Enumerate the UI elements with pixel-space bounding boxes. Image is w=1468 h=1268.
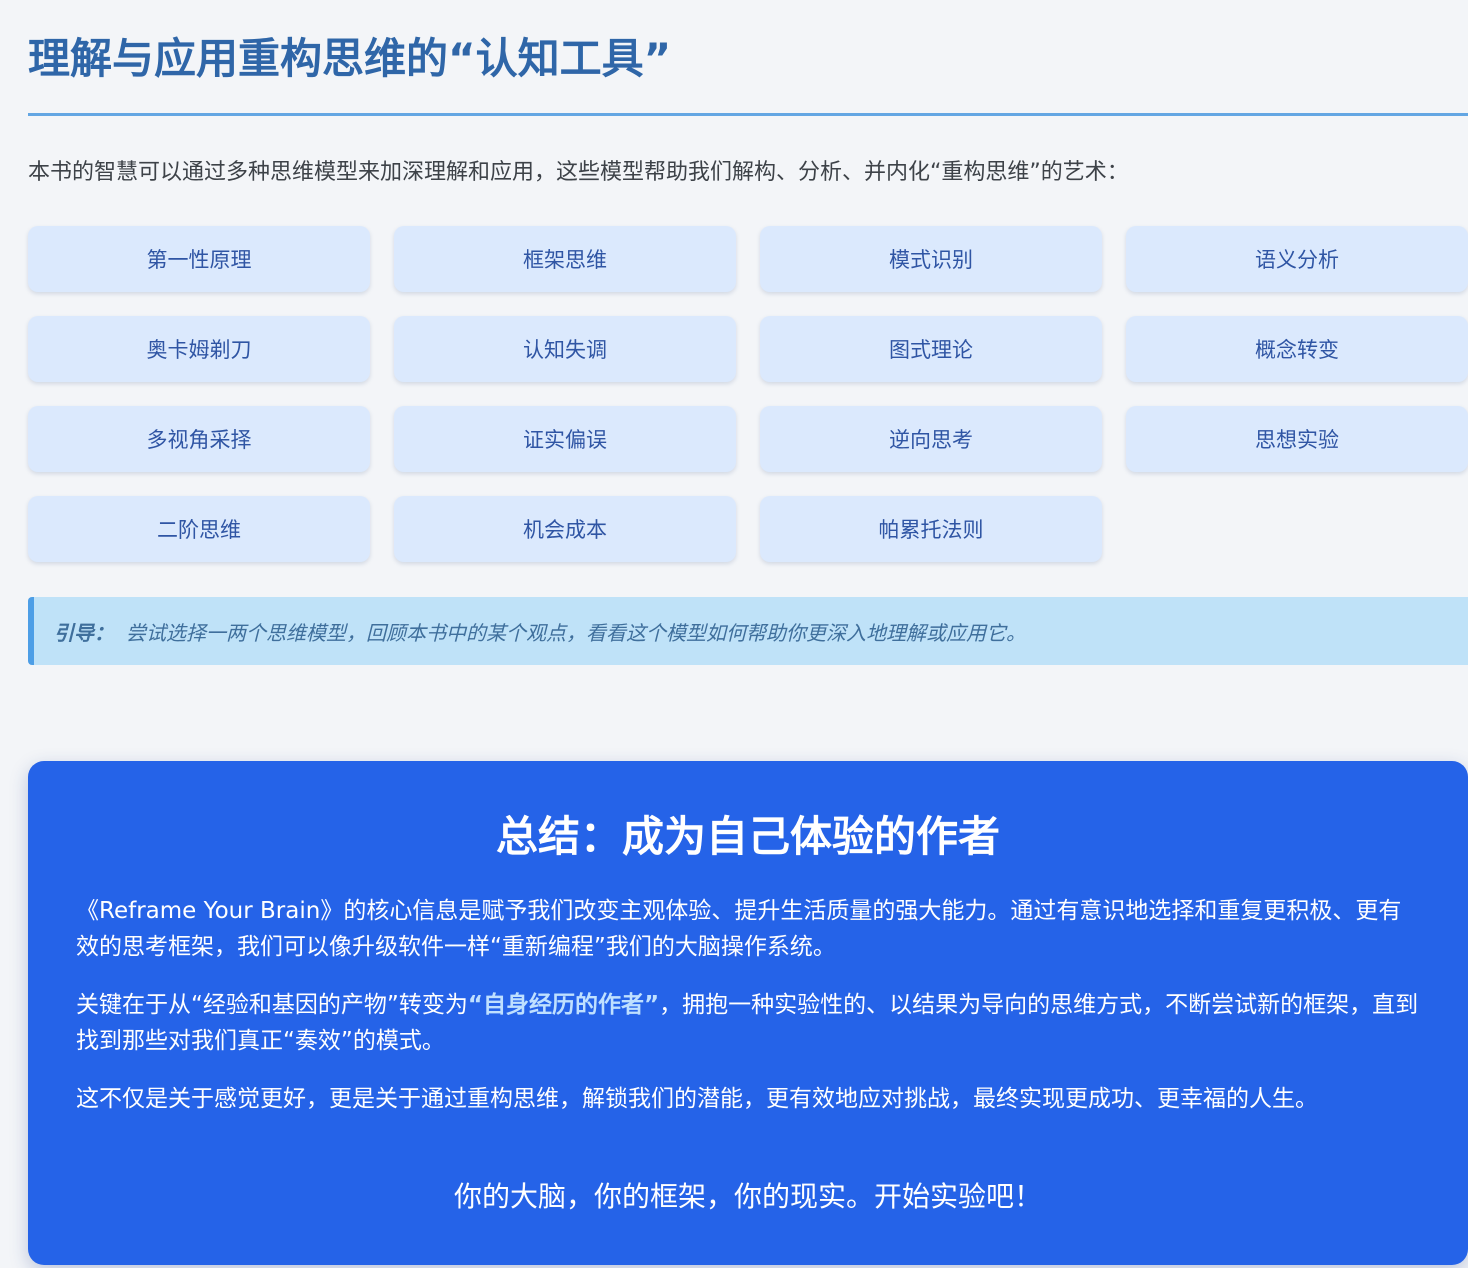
tool-card[interactable]: 框架思维 <box>394 226 736 292</box>
tool-card[interactable]: 帕累托法则 <box>760 496 1102 562</box>
tool-card[interactable]: 机会成本 <box>394 496 736 562</box>
tool-card[interactable]: 思想实验 <box>1126 406 1468 472</box>
guide-text: 尝试选择一两个思维模型，回顾本书中的某个观点，看看这个模型如何帮助你更深入地理解… <box>126 620 1026 645</box>
summary-text: 关键在于从“经验和基因的产物”转变为 <box>76 992 468 1018</box>
section-title: 理解与应用重构思维的“认知工具” <box>28 34 672 83</box>
summary-paragraph: 关键在于从“经验和基因的产物”转变为“自身经历的作者”，拥抱一种实验性的、以结果… <box>76 987 1420 1059</box>
tool-card[interactable]: 二阶思维 <box>28 496 370 562</box>
tool-card[interactable]: 奥卡姆剃刀 <box>28 316 370 382</box>
guide-callout: 引导： 尝试选择一两个思维模型，回顾本书中的某个观点，看看这个模型如何帮助你更深… <box>28 597 1468 665</box>
summary-title: 总结：成为自己体验的作者 <box>495 812 1000 861</box>
title-divider <box>28 113 1468 116</box>
tool-card[interactable]: 逆向思考 <box>760 406 1102 472</box>
closing-line: 你的大脑，你的框架，你的现实。开始实验吧！ <box>453 1180 1042 1213</box>
tool-card[interactable]: 图式理论 <box>760 316 1102 382</box>
intro-text: 本书的智慧可以通过多种思维模型来加深理解和应用，这些模型帮助我们解构、分析、并内… <box>28 160 1129 185</box>
highlight-text: “自身经历的作者” <box>467 992 660 1018</box>
tool-card[interactable]: 多视角采择 <box>28 406 370 472</box>
tool-card[interactable]: 概念转变 <box>1126 316 1468 382</box>
guide-label: 引导： <box>54 620 114 645</box>
summary-paragraph: 这不仅是关于感觉更好，更是关于通过重构思维，解锁我们的潜能，更有效地应对挑战，最… <box>76 1086 1318 1112</box>
summary-panel: 总结：成为自己体验的作者 《Reframe Your Brain》的核心信息是赋… <box>28 761 1468 1265</box>
tool-card[interactable]: 证实偏误 <box>394 406 736 472</box>
tool-card[interactable]: 认知失调 <box>394 316 736 382</box>
tools-grid: 第一性原理 框架思维 模式识别 语义分析 奥卡姆剃刀 认知失调 图式理论 概念转… <box>28 226 1468 562</box>
tool-card[interactable]: 第一性原理 <box>28 226 370 292</box>
tool-card[interactable]: 语义分析 <box>1126 226 1468 292</box>
page: 理解与应用重构思维的“认知工具” 本书的智慧可以通过多种思维模型来加深理解和应用… <box>0 0 1468 1268</box>
summary-paragraph: 《Reframe Your Brain》的核心信息是赋予我们改变主观体验、提升生… <box>76 898 1402 960</box>
tool-card[interactable]: 模式识别 <box>760 226 1102 292</box>
